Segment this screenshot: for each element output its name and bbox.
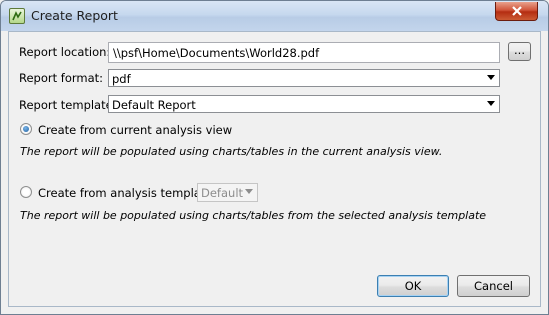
analysis-template-option-label[interactable]: Create from analysis template: bbox=[38, 186, 216, 200]
analysis-template-select[interactable]: Default bbox=[197, 183, 258, 202]
report-template-value: Default Report bbox=[112, 98, 196, 112]
current-view-description: The report will be populated using chart… bbox=[20, 145, 443, 158]
report-app-icon bbox=[9, 8, 25, 24]
report-template-select[interactable]: Default Report bbox=[108, 95, 500, 113]
ok-button[interactable]: OK bbox=[377, 275, 449, 297]
report-location-label: Report location: bbox=[19, 45, 111, 59]
report-format-value: pdf bbox=[112, 72, 131, 86]
chevron-down-icon bbox=[487, 101, 495, 106]
report-template-label: Report template: bbox=[19, 98, 117, 112]
close-button[interactable] bbox=[495, 2, 538, 21]
report-format-select[interactable]: pdf bbox=[108, 69, 500, 87]
create-report-dialog: Create Report Report location: \\psf\Hom… bbox=[0, 0, 549, 315]
analysis-template-radio[interactable] bbox=[20, 186, 32, 198]
current-view-radio[interactable] bbox=[20, 123, 32, 135]
analysis-template-description: The report will be populated using chart… bbox=[20, 209, 487, 222]
title-bar[interactable]: Create Report bbox=[1, 1, 548, 31]
cancel-button[interactable]: Cancel bbox=[457, 275, 530, 297]
chevron-down-icon bbox=[487, 75, 495, 80]
chevron-down-icon bbox=[245, 189, 253, 194]
analysis-template-value: Default bbox=[201, 186, 244, 200]
window-title: Create Report bbox=[31, 8, 118, 23]
current-view-option-label[interactable]: Create from current analysis view bbox=[38, 123, 232, 137]
report-format-label: Report format: bbox=[19, 71, 104, 85]
close-icon bbox=[512, 6, 522, 16]
browse-button[interactable]: ... bbox=[508, 42, 531, 61]
dialog-body: Report location: \\psf\Home\Documents\Wo… bbox=[8, 31, 541, 307]
report-location-input[interactable]: \\psf\Home\Documents\World28.pdf bbox=[108, 42, 500, 63]
